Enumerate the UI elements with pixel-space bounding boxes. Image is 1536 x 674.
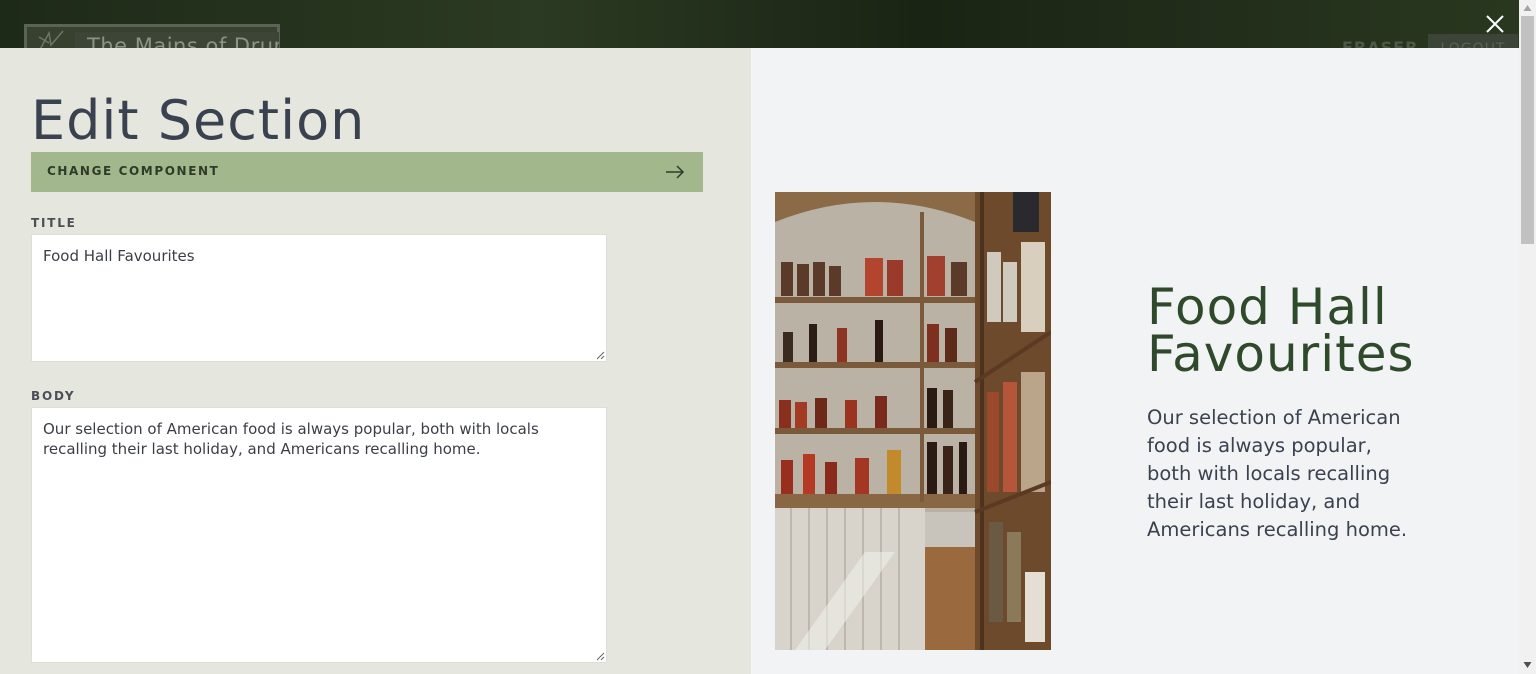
- page-scrollbar[interactable]: [1519, 0, 1536, 674]
- edit-section-modal: Edit Section CHANGE COMPONENT TITLE Food…: [0, 48, 1519, 674]
- resize-handle-icon[interactable]: [595, 350, 605, 360]
- change-component-button[interactable]: CHANGE COMPONENT: [31, 152, 703, 192]
- close-icon[interactable]: [1484, 13, 1506, 35]
- edit-form-panel: Edit Section CHANGE COMPONENT TITLE Food…: [0, 48, 751, 674]
- title-field-label: TITLE: [31, 216, 77, 230]
- title-textarea[interactable]: Food Hall Favourites: [31, 234, 607, 362]
- resize-handle-icon[interactable]: [595, 651, 605, 661]
- scroll-thumb[interactable]: [1521, 16, 1534, 244]
- body-textarea[interactable]: Our selection of American food is always…: [31, 407, 607, 663]
- preview-image-pantry-shelves: [775, 192, 1051, 650]
- preview-body: Our selection of American food is always…: [1147, 406, 1408, 541]
- scroll-down-arrow-icon[interactable]: [1523, 661, 1532, 669]
- change-component-label: CHANGE COMPONENT: [47, 164, 220, 178]
- scroll-up-arrow-icon[interactable]: [1523, 4, 1532, 12]
- body-textarea-value: Our selection of American food is always…: [43, 420, 539, 458]
- preview-title: Food Hall Favourites: [1147, 278, 1415, 383]
- title-textarea-value: Food Hall Favourites: [43, 247, 195, 265]
- modal-title: Edit Section: [31, 89, 366, 152]
- arrow-right-icon: [666, 165, 685, 179]
- body-field-label: BODY: [31, 389, 76, 403]
